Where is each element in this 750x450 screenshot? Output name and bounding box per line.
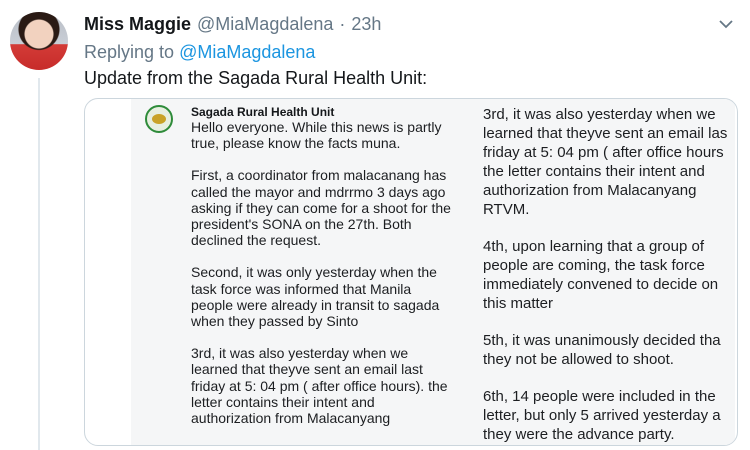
display-name[interactable]: Miss Maggie [84, 14, 191, 35]
tweet-menu-button[interactable] [716, 14, 736, 34]
tweet-header: Miss Maggie @MiaMagdalena · 23h [84, 14, 730, 38]
post-paragraph: Hello everyone. While this news is partl… [191, 119, 442, 152]
user-handle[interactable]: @MiaMagdalena [197, 14, 333, 35]
post-paragraph: 5th, it was unanimously decided tha they… [483, 332, 721, 368]
post-paragraph: Second, it was only yesterday when the t… [191, 264, 440, 330]
screenshot-left[interactable]: Sagada Rural Health Unit Hello everyone.… [131, 99, 481, 445]
timestamp[interactable]: 23h [351, 14, 381, 35]
replying-to-label: Replying to [84, 42, 175, 62]
post-paragraph: 3rd, it was also yesterday when we learn… [483, 106, 728, 218]
thread-line [38, 78, 40, 450]
media-attachment[interactable]: Sagada Rural Health Unit Hello everyone.… [84, 98, 738, 446]
post-body-continued: 3rd, it was also yesterday when we learn… [483, 105, 735, 445]
replying-to-line: Replying to @MiaMagdalena [84, 42, 315, 63]
post-paragraph: First, a coordinator from malacanang has… [191, 167, 451, 249]
avatar[interactable] [10, 12, 68, 70]
health-unit-seal-icon [145, 105, 173, 133]
chevron-down-icon [719, 20, 733, 29]
post-paragraph: 4th, upon learning that a group of peopl… [483, 238, 719, 312]
replying-to-mention[interactable]: @MiaMagdalena [179, 42, 315, 62]
post-author-name: Sagada Rural Health Unit [191, 105, 335, 119]
post-body: Hello everyone. While this news is partl… [191, 119, 451, 442]
tweet-text: Update from the Sagada Rural Health Unit… [84, 68, 428, 88]
post-paragraph: 6th, 14 people were included in the lett… [483, 388, 721, 443]
post-paragraph: 3rd, it was also yesterday when we learn… [191, 345, 448, 427]
separator-dot: · [339, 14, 346, 34]
screenshot-right[interactable]: 3rd, it was also yesterday when we learn… [469, 99, 735, 445]
